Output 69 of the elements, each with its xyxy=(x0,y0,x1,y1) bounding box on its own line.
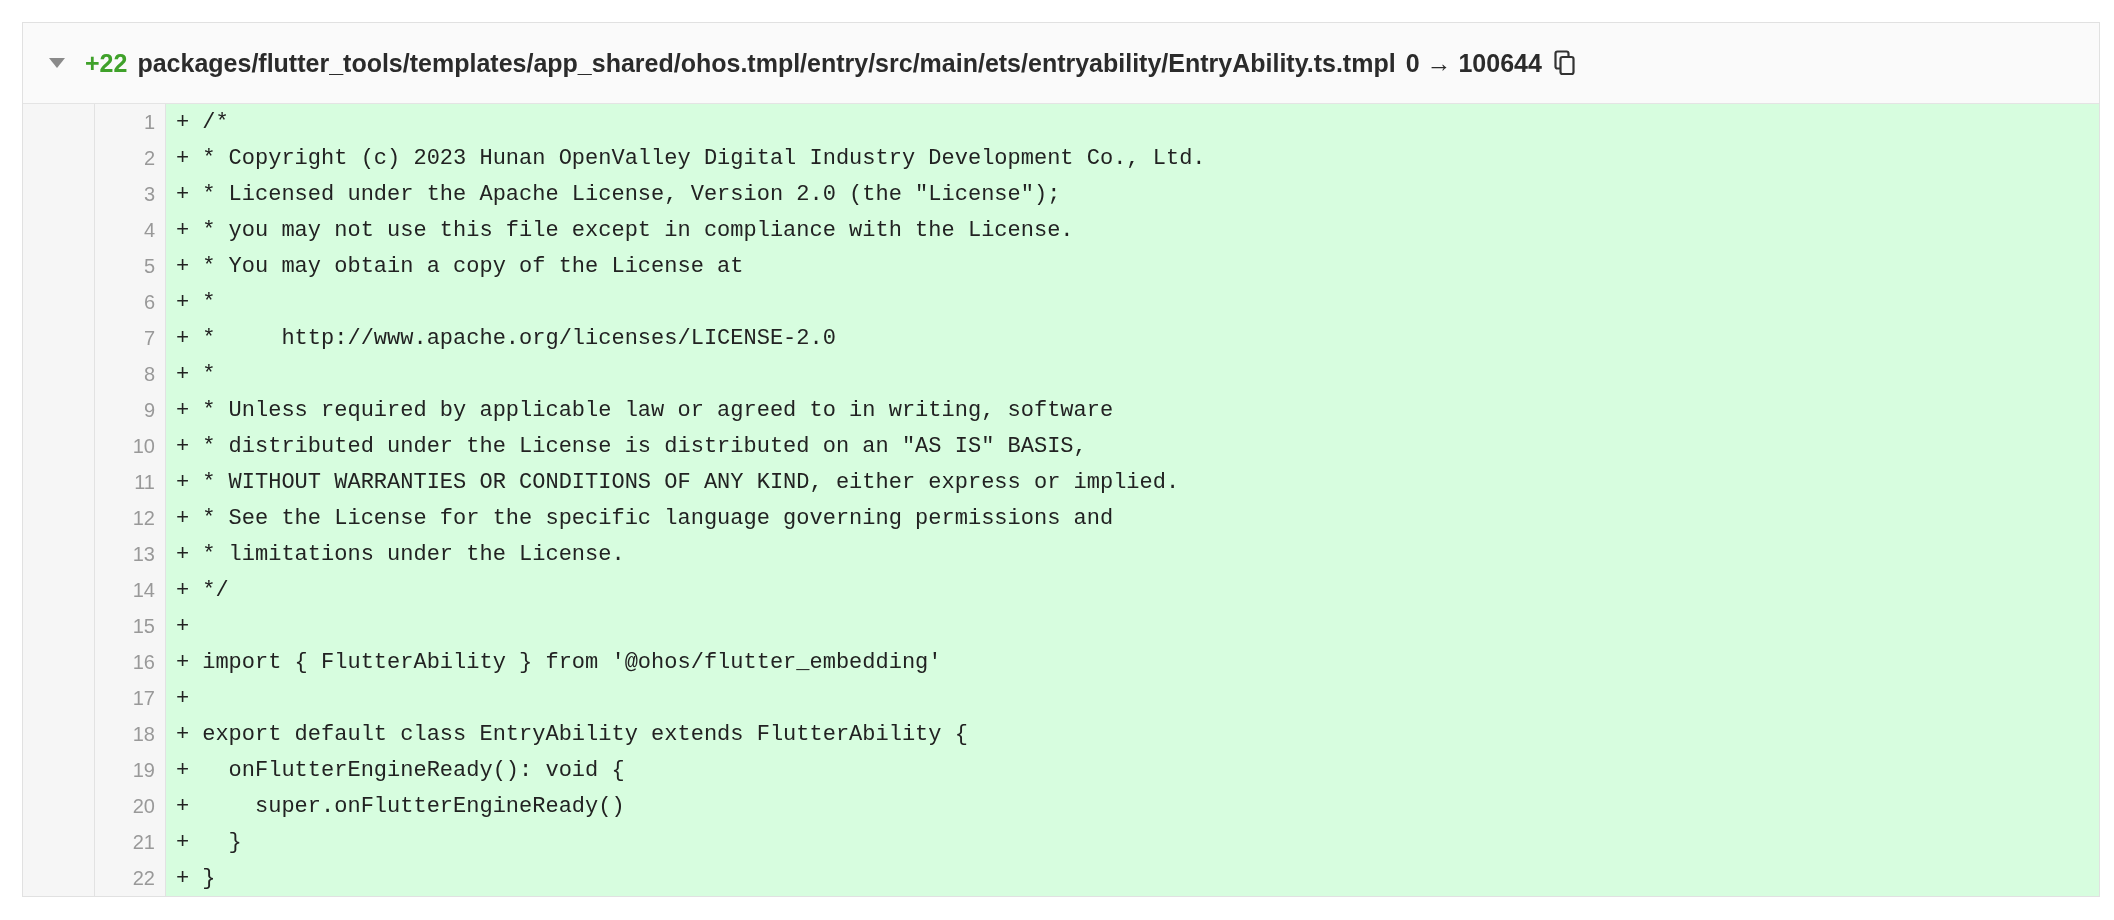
line-number: 21 xyxy=(95,824,166,860)
code-line: * xyxy=(202,361,216,387)
line-number: 20 xyxy=(95,788,166,824)
added-line-marker: + xyxy=(176,649,190,675)
line-number: 16 xyxy=(95,644,166,680)
code-line: */ xyxy=(202,577,229,603)
added-line-marker: + xyxy=(176,361,190,387)
added-line-marker: + xyxy=(176,865,190,891)
added-line-marker: + xyxy=(176,757,190,783)
added-line-marker: + xyxy=(176,685,190,711)
line-number: 19 xyxy=(95,752,166,788)
code-line: * you may not use this file except in compliance with the License. xyxy=(202,217,1074,243)
added-line-marker: + xyxy=(176,289,190,315)
added-line-marker: + xyxy=(176,613,190,639)
added-line-marker: + xyxy=(176,145,190,171)
code-line: super.onFlutterEngineReady() xyxy=(254,793,625,819)
line-number: 14 xyxy=(95,572,166,608)
added-line-marker: + xyxy=(176,469,190,495)
line-number: 10 xyxy=(95,428,166,464)
code-line: * limitations under the License. xyxy=(202,541,625,567)
line-number: 3 xyxy=(95,176,166,212)
code-line: onFlutterEngineReady(): void { xyxy=(227,757,625,783)
added-line-marker: + xyxy=(176,541,190,567)
line-number: 18 xyxy=(95,716,166,752)
file-mode-change: 0 → 100644 xyxy=(1405,48,1542,78)
line-number: 13 xyxy=(95,536,166,572)
code-line: * See the License for the specific language governing permissions and xyxy=(202,505,1114,531)
line-number: 5 xyxy=(95,248,166,284)
added-line-marker: + xyxy=(176,577,190,603)
collapse-toggle-icon[interactable] xyxy=(49,58,65,68)
line-number: 8 xyxy=(95,356,166,392)
added-line-marker: + xyxy=(176,721,190,747)
additions-count: +22 xyxy=(85,48,128,78)
code-line: * distributed under the License is distributed on an "AS IS" BASIS, xyxy=(202,433,1087,459)
line-number: 22 xyxy=(95,860,166,896)
added-line-marker: + xyxy=(176,253,190,279)
added-line-marker: + xyxy=(176,433,190,459)
file-path: packages/flutter_tools/templates/app_shared/ohos.tmpl/entry/src/main/ets/entryability/EntryAbility.ts.tmpl xyxy=(137,48,1396,78)
code-line: } xyxy=(227,829,242,855)
line-number: 2 xyxy=(95,140,166,176)
added-line-marker: + xyxy=(176,325,190,351)
line-number: 4 xyxy=(95,212,166,248)
line-number: 15 xyxy=(95,608,166,644)
line-number: 9 xyxy=(95,392,166,428)
copy-icon[interactable] xyxy=(1553,50,1576,76)
line-number: 11 xyxy=(95,464,166,500)
added-line-marker: + xyxy=(176,793,190,819)
code-line: } xyxy=(202,865,216,891)
added-line-marker: + xyxy=(176,829,190,855)
line-number: 1 xyxy=(95,104,166,140)
added-line-marker: + xyxy=(176,181,190,207)
line-number: 7 xyxy=(95,320,166,356)
code-line: * xyxy=(202,289,216,315)
line-number: 17 xyxy=(95,680,166,716)
code-line: import { FlutterAbility } from '@ohos/flutter_embedding' xyxy=(202,649,942,675)
added-line-marker: + xyxy=(176,109,190,135)
line-number: 12 xyxy=(95,500,166,536)
code-line: * Licensed under the Apache License, Version 2.0 (the "License"); xyxy=(202,181,1061,207)
added-line-marker: + xyxy=(176,217,190,243)
code-line: * http://www.apache.org/licenses/LICENSE-2.0 xyxy=(202,325,836,351)
code-line: * Unless required by applicable law or agreed to in writing, software xyxy=(202,397,1114,423)
code-line: /* xyxy=(202,109,229,135)
code-line: * Copyright (c) 2023 Hunan OpenValley Digital Industry Development Co., Ltd. xyxy=(202,145,1206,171)
added-line-marker: + xyxy=(176,397,190,423)
code-line: * WITHOUT WARRANTIES OR CONDITIONS OF ANY KIND, either express or implied. xyxy=(202,469,1180,495)
line-number: 6 xyxy=(95,284,166,320)
code-line: export default class EntryAbility extends FlutterAbility { xyxy=(202,721,968,747)
code-line: * You may obtain a copy of the License at xyxy=(202,253,744,279)
added-line-marker: + xyxy=(176,505,190,531)
